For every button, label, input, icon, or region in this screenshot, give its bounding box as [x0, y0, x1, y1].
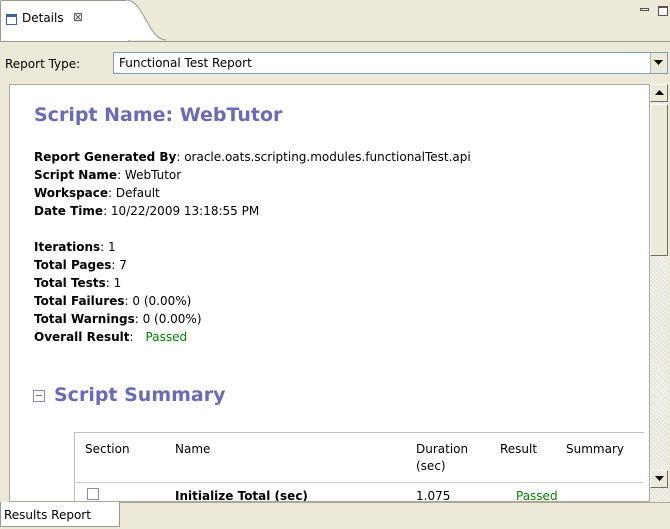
generated-by-line: Report Generated By: oracle.oats.scripti…: [34, 150, 471, 164]
total-pages-value: : 7: [111, 258, 127, 272]
iterations-line: Iterations: 1: [34, 240, 116, 254]
total-pages-label: Total Pages: [34, 258, 112, 272]
col-header-section: Section: [85, 442, 130, 456]
table-row-result: Passed: [516, 489, 558, 502]
total-warnings-line: Total Warnings: 0 (0.00%): [34, 312, 202, 326]
total-pages-line: Total Pages: 7: [34, 258, 127, 272]
tab-curve-decoration: [126, 0, 166, 41]
scroll-up-button[interactable]: [650, 84, 668, 102]
vertical-scrollbar[interactable]: [650, 84, 668, 502]
col-header-name: Name: [175, 442, 211, 456]
script-summary-heading: Script Summary: [54, 384, 226, 406]
total-warnings-value: : 0 (0.00%): [134, 312, 202, 326]
col-header-summary: Summary: [566, 442, 624, 456]
overall-result-line: Overall Result: Passed: [34, 330, 187, 344]
date-time-line: Date Time: 10/22/2009 13:18:55 PM: [34, 204, 259, 218]
arrow-down-icon: [655, 476, 664, 481]
maximize-icon[interactable]: [658, 6, 668, 16]
total-tests-line: Total Tests: 1: [34, 276, 121, 290]
overall-result-status: Passed: [145, 330, 188, 344]
details-tab[interactable]: Details ⊠: [0, 0, 130, 41]
workspace-label: Workspace: [34, 186, 109, 200]
date-time-label: Date Time: [34, 204, 104, 218]
script-name-label: Script Name: [34, 168, 118, 182]
view-tab-bar: Details ⊠: [0, 0, 670, 42]
report-type-label: Report Type:: [5, 57, 81, 71]
table-row-name: Initialize Total (sec): [175, 489, 308, 502]
workspace-value: : Default: [108, 186, 160, 200]
total-tests-value: : 1: [105, 276, 122, 290]
collapse-section-icon[interactable]: [33, 390, 45, 402]
arrow-up-icon: [655, 90, 664, 95]
col-header-result: Result: [500, 442, 538, 456]
iterations-value: : 1: [100, 240, 116, 254]
report-title: Script Name: WebTutor: [34, 104, 283, 126]
window-controls: [640, 4, 670, 20]
results-report-tab-label: Results Report: [4, 508, 91, 522]
overall-result-colon: :: [129, 330, 134, 344]
details-view-icon: [6, 14, 17, 25]
report-content: Script Name: WebTutor Report Generated B…: [9, 84, 650, 502]
details-tab-label: Details: [22, 11, 64, 25]
script-name-line: Script Name: WebTutor: [34, 168, 181, 182]
row-separator: [75, 482, 644, 483]
generated-by-label: Report Generated By: [34, 150, 177, 164]
dropdown-button[interactable]: [650, 53, 667, 73]
total-warnings-label: Total Warnings: [34, 312, 135, 326]
scroll-down-button[interactable]: [650, 470, 668, 488]
iterations-label: Iterations: [34, 240, 101, 254]
overall-result-label: Overall Result: [34, 330, 130, 344]
total-failures-label: Total Failures: [34, 294, 125, 308]
workspace-line: Workspace: Default: [34, 186, 160, 200]
script-name-value: : WebTutor: [117, 168, 182, 182]
total-tests-label: Total Tests: [34, 276, 106, 290]
total-failures-value: : 0 (0.00%): [124, 294, 192, 308]
table-row-duration: 1.075: [416, 489, 451, 502]
col-header-duration: Duration (sec): [416, 442, 469, 473]
row-expand-icon[interactable]: [87, 488, 99, 500]
report-type-value: Functional Test Report: [119, 56, 252, 70]
chevron-down-icon: [654, 60, 663, 65]
generated-by-value: : oracle.oats.scripting.modules.function…: [176, 150, 471, 164]
close-tab-icon[interactable]: ⊠: [73, 10, 83, 24]
scrollbar-thumb[interactable]: [650, 104, 668, 256]
report-type-row: Report Type: Functional Test Report: [0, 42, 670, 84]
total-failures-line: Total Failures: 0 (0.00%): [34, 294, 191, 308]
bottom-tab-bar: Results Report: [0, 502, 670, 529]
script-summary-table: Section Name Duration (sec) Result Summa…: [74, 432, 644, 502]
minimize-icon[interactable]: [640, 8, 649, 11]
results-report-tab[interactable]: Results Report: [0, 502, 120, 527]
report-type-select[interactable]: Functional Test Report: [113, 52, 668, 74]
date-time-value: : 10/22/2009 13:18:55 PM: [103, 204, 260, 218]
